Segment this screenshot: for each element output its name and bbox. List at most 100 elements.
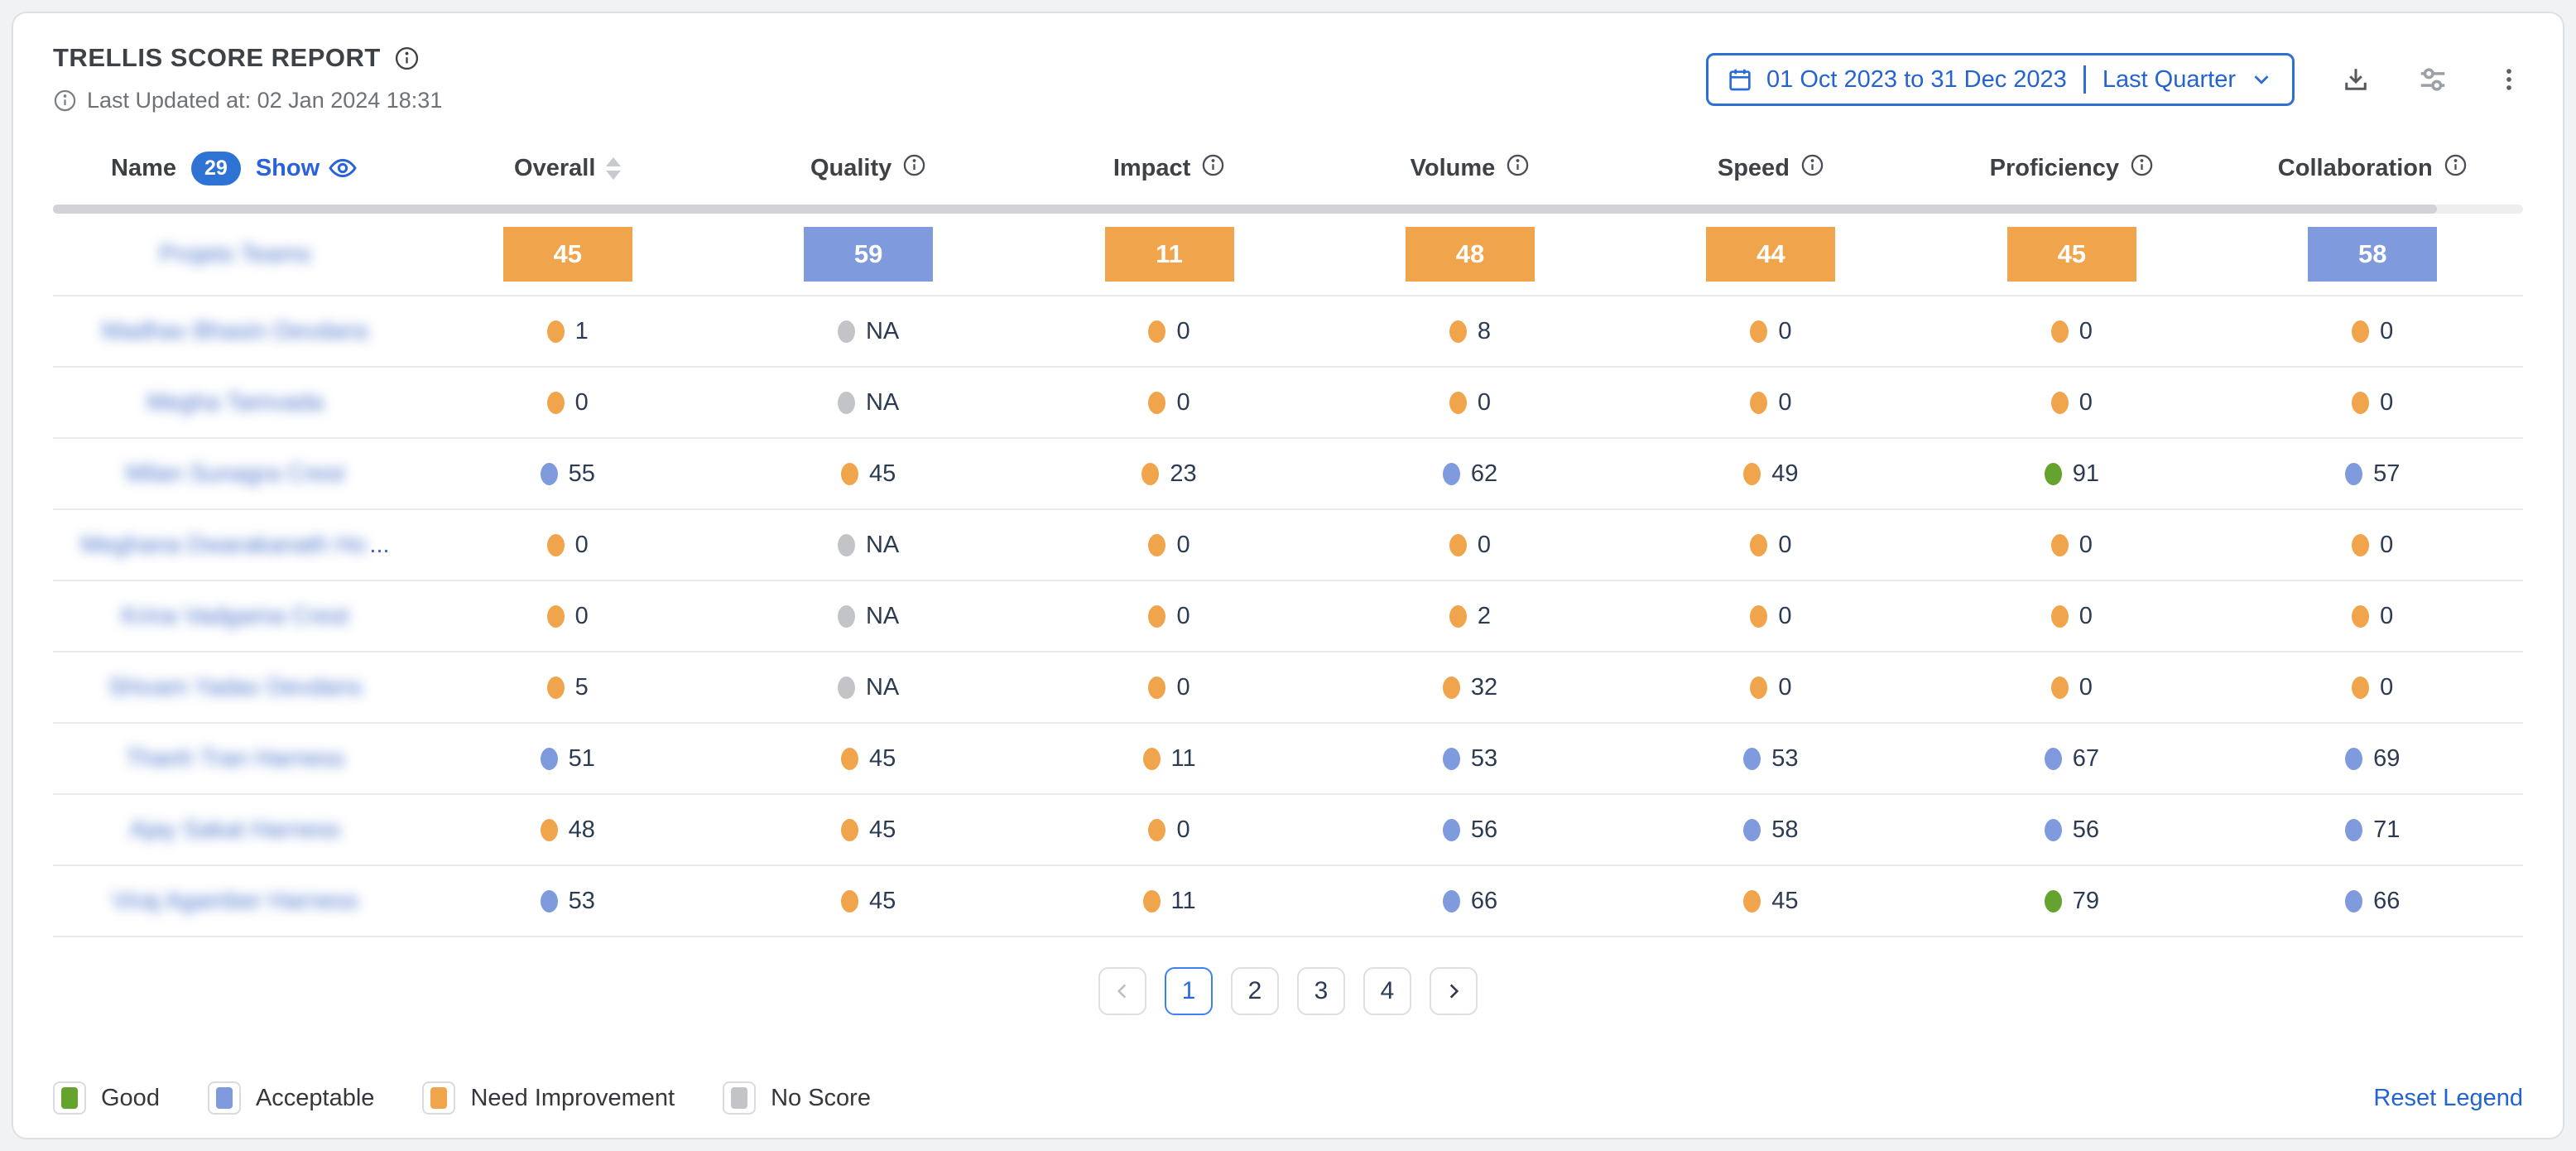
column-settings-button[interactable] [2417, 64, 2449, 95]
score-level-dot [2051, 677, 2069, 699]
team-name-text: Ajay Sakat Harness [130, 816, 341, 844]
score-cell-quality: 45 [718, 888, 1018, 915]
score-cell-quality: 45 [718, 816, 1018, 844]
next-page-button[interactable] [1430, 967, 1478, 1015]
score-value: 8 [1478, 318, 1491, 345]
score-level-dot [2345, 819, 2362, 841]
team-name-link[interactable]: Krina Vadgama Crest [53, 603, 417, 630]
team-name-link[interactable]: Megha Tamvada [53, 389, 417, 417]
score-level-dot [2352, 320, 2369, 343]
download-button[interactable] [2341, 65, 2371, 94]
page-button-3[interactable]: 3 [1297, 967, 1345, 1015]
score-value: 45 [869, 460, 896, 488]
report-controls: 01 Oct 2023 to 31 Dec 2023 Last Quarter [1706, 53, 2523, 106]
info-icon[interactable] [2444, 153, 2468, 177]
score-level-dot [1443, 463, 1460, 485]
score-level-dot [2051, 392, 2069, 414]
score-value: 11 [1171, 745, 1196, 773]
column-header-volume[interactable]: Volume [1319, 153, 1620, 184]
info-icon[interactable] [902, 153, 926, 177]
sort-icon[interactable] [606, 157, 621, 180]
legend-item-good[interactable]: Good [53, 1081, 160, 1115]
score-cell-impact: 11 [1019, 745, 1319, 773]
score-level-dot [2045, 748, 2062, 770]
team-name-link[interactable]: Meghana Dwarakanath Ho... [53, 532, 417, 559]
title-info-icon[interactable] [394, 46, 420, 71]
reset-legend-link[interactable]: Reset Legend [2373, 1085, 2523, 1112]
score-level-dot [1743, 748, 1761, 770]
score-bar: 58 [2308, 227, 2437, 282]
team-name-link[interactable]: Ajay Sakat Harness [53, 816, 417, 844]
info-icon-wrap[interactable] [2444, 153, 2468, 184]
score-value: 0 [1778, 389, 1791, 417]
legend-item-need-improvement[interactable]: Need Improvement [422, 1081, 675, 1115]
info-icon-wrap[interactable] [1201, 153, 1225, 184]
page-button-4[interactable]: 4 [1363, 967, 1411, 1015]
team-name-link[interactable]: Milan Sunagra Crest [53, 460, 417, 488]
page-title: TRELLIS SCORE REPORT [53, 43, 381, 73]
score-cell-quality: 45 [718, 745, 1018, 773]
show-names-toggle[interactable]: Show [256, 153, 358, 183]
column-header-collaboration[interactable]: Collaboration [2223, 153, 2523, 184]
team-name-link[interactable]: Viraj Agamber Harness [53, 888, 417, 915]
legend-swatch-box [723, 1081, 756, 1115]
team-name-text: Megha Tamvada [147, 389, 324, 417]
score-cell-quality: NA [718, 674, 1018, 701]
score-cell-collaboration: 0 [2223, 532, 2523, 559]
score-level-dot [1443, 819, 1460, 841]
score-cell-overall: 51 [417, 745, 718, 773]
score-value: 0 [2380, 603, 2393, 630]
column-header-overall[interactable]: Overall [417, 155, 718, 182]
table-row: Viraj Agamber Harness53451166457966 [53, 866, 2523, 937]
legend-item-acceptable[interactable]: Acceptable [208, 1081, 375, 1115]
legend-swatch-box [208, 1081, 241, 1115]
column-label: Volume [1411, 155, 1496, 182]
score-value: 0 [2380, 532, 2393, 559]
legend-swatch-box [422, 1081, 455, 1115]
score-level-dot [2345, 463, 2362, 485]
score-value: 71 [2373, 816, 2400, 844]
legend-item-no-score[interactable]: No Score [723, 1081, 871, 1115]
legend-swatch [216, 1087, 233, 1109]
score-value: 51 [569, 745, 595, 773]
score-level-dot [1750, 392, 1767, 414]
more-options-button[interactable] [2495, 65, 2523, 94]
column-header-proficiency[interactable]: Proficiency [1921, 153, 2222, 184]
team-name-link[interactable]: Shivam Yadav Devdans [53, 674, 417, 701]
score-level-dot [541, 463, 558, 485]
page-button-2[interactable]: 2 [1231, 967, 1279, 1015]
prev-page-button[interactable] [1098, 967, 1146, 1015]
horizontal-scrollbar[interactable] [53, 205, 2523, 214]
column-header-quality[interactable]: Quality [718, 153, 1018, 184]
info-icon-wrap[interactable] [2130, 153, 2154, 184]
info-icon[interactable] [1506, 153, 1530, 177]
date-range-button[interactable]: 01 Oct 2023 to 31 Dec 2023 Last Quarter [1706, 53, 2295, 106]
column-label: Quality [810, 155, 892, 182]
score-level-dot [1750, 320, 1767, 343]
info-icon[interactable] [1201, 153, 1225, 177]
info-icon-wrap[interactable] [1506, 153, 1530, 184]
column-header-speed[interactable]: Speed [1621, 153, 1921, 184]
score-bar: 45 [2007, 227, 2136, 282]
score-value: 1 [575, 318, 589, 345]
score-level-dot [841, 890, 858, 913]
score-value: 0 [1176, 603, 1189, 630]
info-icon-wrap[interactable] [902, 153, 926, 184]
score-value: 0 [1778, 674, 1791, 701]
info-icon[interactable] [1800, 153, 1824, 177]
team-name-link[interactable]: Thanh Tran Harness [53, 745, 417, 773]
score-level-dot [1750, 605, 1767, 628]
column-header-impact[interactable]: Impact [1019, 153, 1319, 184]
page-button-1[interactable]: 1 [1165, 967, 1213, 1015]
score-value: 0 [2380, 674, 2393, 701]
sliders-icon [2417, 64, 2449, 95]
scrollbar-thumb[interactable] [53, 205, 2437, 214]
info-icon[interactable] [2130, 153, 2154, 177]
score-cell-proficiency: 0 [1921, 603, 2222, 630]
team-name-link[interactable]: Madhav Bhasin Devdans [53, 318, 417, 345]
score-level-dot [1443, 677, 1460, 699]
score-value: NA [866, 532, 899, 559]
info-icon-wrap[interactable] [1800, 153, 1824, 184]
team-name-link[interactable]: Projets Teams [53, 241, 417, 268]
score-level-dot [1449, 605, 1467, 628]
